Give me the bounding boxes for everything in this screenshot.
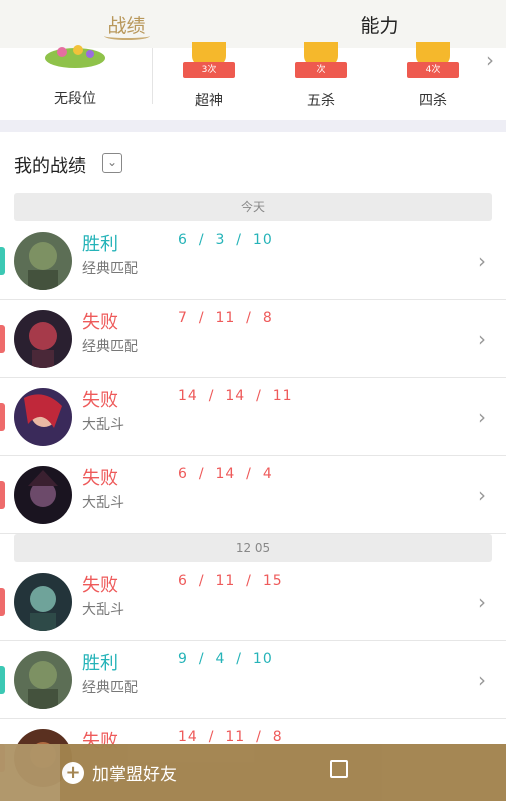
kda-score: 9 / 4 / 10 (178, 651, 273, 667)
assists: 11 (272, 388, 293, 404)
divider (152, 48, 153, 104)
assists: 8 (262, 310, 273, 326)
game-mode: 经典匹配 (82, 339, 138, 355)
date-separator: 今天 (14, 193, 492, 221)
kills: 14 (178, 388, 198, 404)
champion-avatar (14, 388, 72, 446)
kda-score: 14 / 14 / 11 (178, 388, 293, 404)
kills: 6 (178, 232, 188, 248)
champion-portrait-icon (14, 573, 72, 631)
match-row[interactable]: 失败 经典匹配 7 / 11 / 8 › (0, 300, 506, 378)
top-tab-bar: 战绩 能力 (0, 0, 506, 48)
game-mode: 经典匹配 (82, 261, 138, 277)
deaths: 14 (215, 466, 236, 482)
match-result: 胜利 (82, 653, 118, 674)
match-result: 胜利 (82, 234, 118, 255)
bottom-action-bar: + 加掌盟好友 (0, 744, 506, 801)
date-separator: 12 05 (14, 534, 492, 562)
section-gap (0, 120, 506, 132)
deaths: 4 (215, 651, 226, 667)
win-marker (0, 666, 5, 694)
deaths: 3 (215, 232, 226, 248)
deaths: 11 (215, 573, 236, 589)
match-row[interactable]: 失败 大乱斗 14 / 14 / 11 › (0, 378, 506, 456)
plus-icon: + (62, 761, 84, 784)
loss-marker (0, 325, 5, 353)
game-mode: 经典匹配 (82, 680, 138, 696)
game-mode: 大乱斗 (82, 417, 124, 433)
champion-avatar (14, 466, 72, 524)
champion-portrait-icon (14, 310, 72, 368)
achievement-strip: 无段位 3次 超神 次 五杀 4次 四杀 › (0, 42, 506, 116)
kills: 14 (178, 729, 198, 745)
champion-portrait-icon (14, 466, 72, 524)
assists: 10 (252, 232, 273, 248)
champion-portrait-icon (14, 232, 72, 290)
add-friend-label: 加掌盟好友 (92, 765, 177, 785)
match-result: 失败 (82, 575, 118, 596)
kda-score: 6 / 14 / 4 (178, 466, 273, 482)
message-icon[interactable] (330, 760, 348, 778)
win-marker (0, 247, 5, 275)
active-tab-indicator (103, 32, 150, 40)
loss-marker (0, 481, 5, 509)
assists: 8 (272, 729, 283, 745)
loss-marker (0, 588, 5, 616)
tab-records[interactable]: 战绩 (0, 0, 253, 48)
chevron-right-icon: › (478, 327, 486, 351)
tab-ability-label: 能力 (360, 14, 399, 37)
match-result: 失败 (82, 468, 118, 489)
kills: 9 (178, 651, 188, 667)
chevron-right-icon: › (478, 249, 486, 273)
add-friend-button[interactable]: + 加掌盟好友 (62, 744, 177, 801)
match-row[interactable]: 失败 大乱斗 6 / 14 / 4 › (0, 456, 506, 534)
chevron-right-icon: › (478, 405, 486, 429)
assists: 15 (262, 573, 283, 589)
champion-avatar (14, 310, 72, 368)
kills: 6 (178, 466, 188, 482)
deaths: 11 (225, 729, 246, 745)
kda-score: 14 / 11 / 8 (178, 729, 283, 745)
rank-tier-label: 无段位 (54, 91, 96, 107)
tab-ability[interactable]: 能力 (253, 0, 506, 48)
match-result: 失败 (82, 312, 118, 333)
deaths: 11 (215, 310, 236, 326)
match-result: 失败 (82, 390, 118, 411)
match-row[interactable]: 胜利 经典匹配 6 / 3 / 10 › (0, 222, 506, 300)
chevron-right-icon: › (478, 668, 486, 692)
game-mode: 大乱斗 (82, 602, 124, 618)
achievement-label: 超神 (195, 93, 223, 109)
match-row[interactable]: 胜利 经典匹配 9 / 4 / 10 › (0, 641, 506, 719)
chevron-right-icon[interactable]: › (486, 48, 494, 72)
chevron-right-icon: › (478, 483, 486, 507)
achievement-count-badge: 4次 (407, 62, 459, 78)
loss-marker (0, 403, 5, 431)
achievement-count-badge: 次 (295, 62, 347, 78)
bottom-left-fade (0, 744, 60, 801)
achievement-label: 五杀 (307, 93, 335, 109)
kills: 7 (178, 310, 188, 326)
achievement-count-badge: 3次 (183, 62, 235, 78)
champion-portrait-icon (14, 388, 72, 446)
kda-score: 6 / 11 / 15 (178, 573, 283, 589)
chevron-right-icon: › (478, 590, 486, 614)
champion-avatar (14, 232, 72, 290)
champion-avatar (14, 573, 72, 631)
kda-score: 7 / 11 / 8 (178, 310, 273, 326)
kills: 6 (178, 573, 188, 589)
assists: 4 (262, 466, 273, 482)
kda-score: 6 / 3 / 10 (178, 232, 273, 248)
assists: 10 (252, 651, 273, 667)
champion-avatar (14, 651, 72, 709)
achievement-label: 四杀 (419, 93, 447, 109)
champion-portrait-icon (14, 651, 72, 709)
game-mode: 大乱斗 (82, 495, 124, 511)
records-title: 我的战绩 (14, 156, 86, 177)
match-row[interactable]: 失败 大乱斗 6 / 11 / 15 › (0, 563, 506, 641)
chevron-down-icon[interactable]: ⌄ (102, 153, 122, 173)
deaths: 14 (225, 388, 246, 404)
bouquet-icon (45, 45, 105, 68)
